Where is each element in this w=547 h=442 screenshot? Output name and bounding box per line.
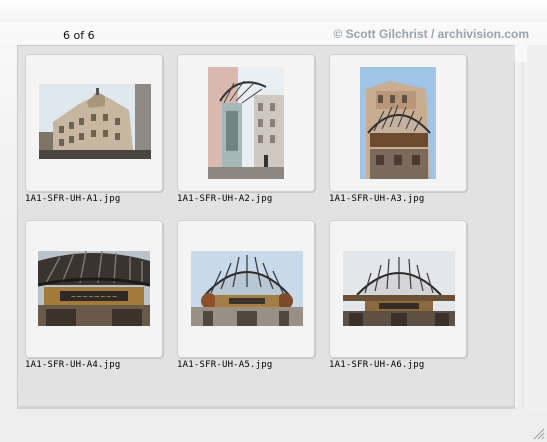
building-corner-photo-icon[interactable] <box>39 84 151 159</box>
copyright-text: © Scott Gilchrist / archivision.com <box>333 27 529 41</box>
thumbnail-filename: 1A1-SFR-UH-A6.jpg <box>329 360 425 370</box>
window-edge <box>527 45 547 410</box>
thumbnail-filename: 1A1-SFR-UH-A1.jpg <box>25 194 121 204</box>
vertical-scrollbar[interactable] <box>514 62 528 408</box>
canopy-underside-photo-icon[interactable] <box>191 251 303 326</box>
canopy-facade-photo-icon[interactable] <box>360 67 436 179</box>
panel-divider <box>17 406 514 409</box>
thumbnail-filename: 1A1-SFR-UH-A2.jpg <box>177 194 273 204</box>
title-bar <box>0 0 547 22</box>
resize-grip-icon[interactable] <box>531 426 545 440</box>
thumbnail-filename: 1A1-SFR-UH-A4.jpg <box>25 360 121 370</box>
thumbnail-filename: 1A1-SFR-UH-A5.jpg <box>177 360 273 370</box>
image-counter: 6 of 6 <box>63 29 95 42</box>
thumbnail-filename: 1A1-SFR-UH-A3.jpg <box>329 194 425 204</box>
svg-text:~~~~~~~~: ~~~~~~~~ <box>71 293 118 301</box>
canopy-street-photo-icon[interactable] <box>208 67 284 179</box>
canopy-front-photo-icon[interactable] <box>343 251 455 326</box>
canopy-sign-photo-icon[interactable]: ~~~~~~~~ <box>38 251 150 326</box>
image-browser-window: 6 of 6 © Scott Gilchrist / archivision.c… <box>0 0 547 442</box>
